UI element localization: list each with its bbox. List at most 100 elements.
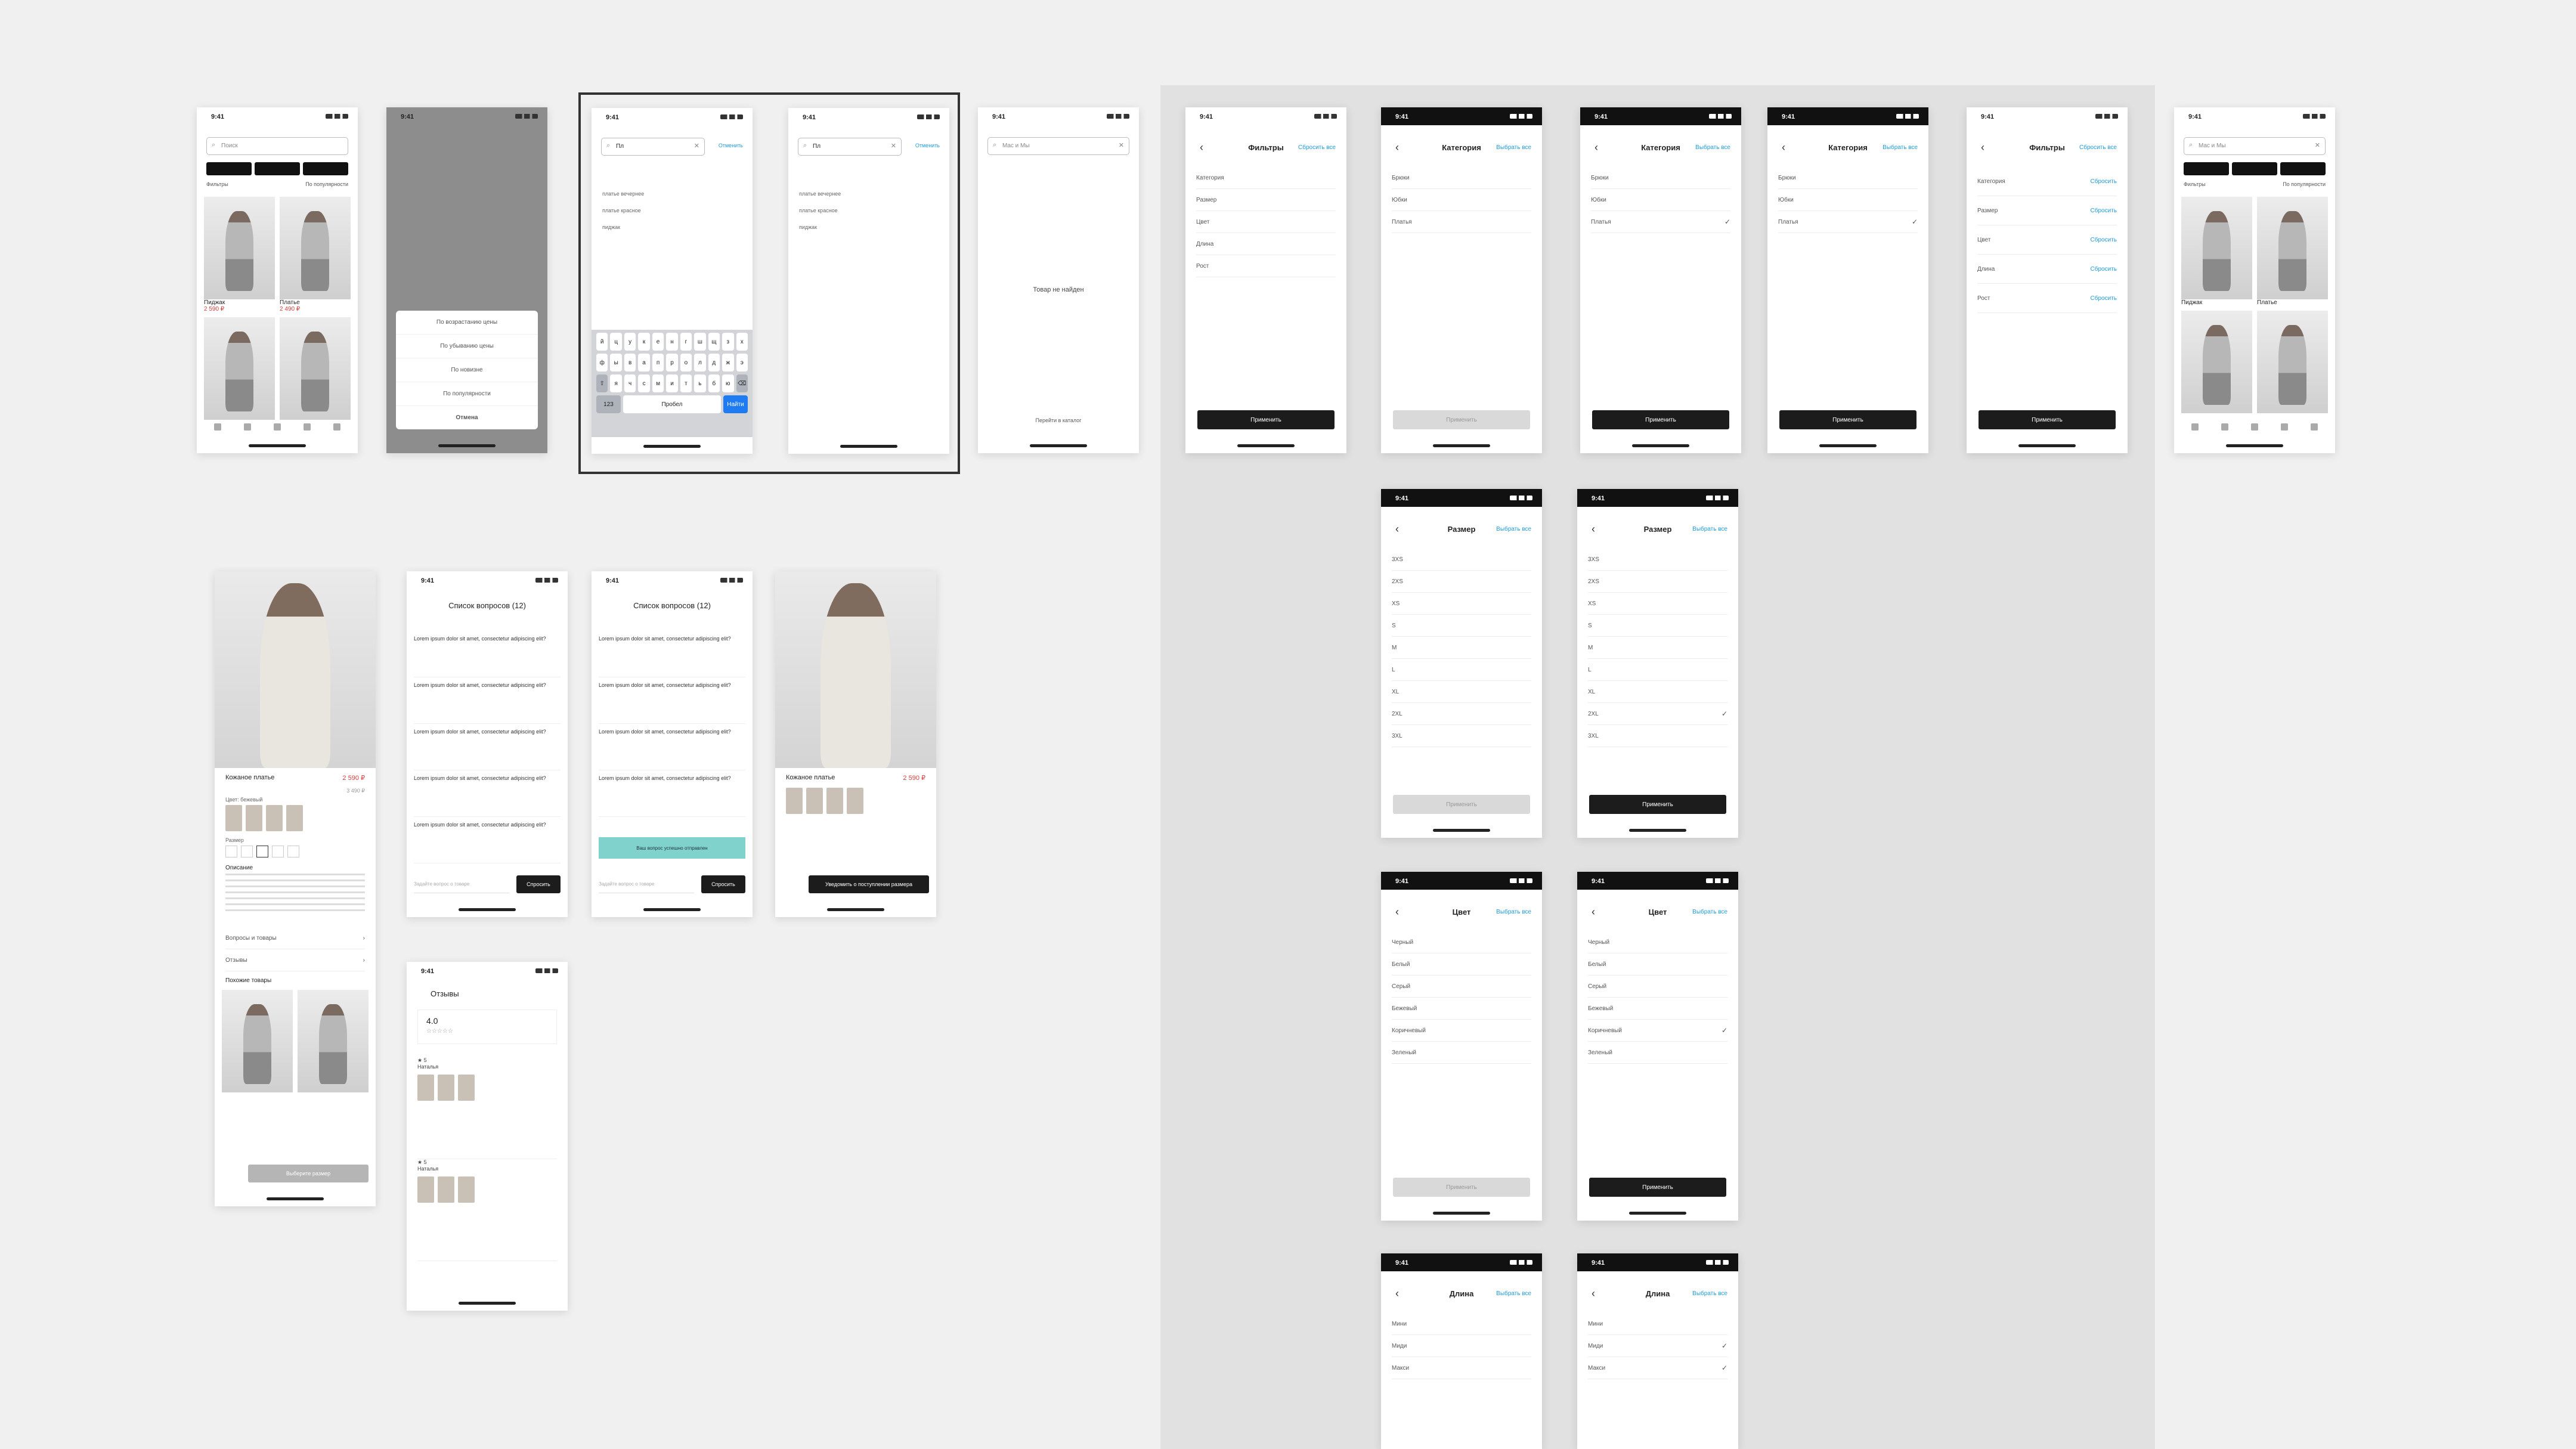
- search-input[interactable]: ⌕ Поиск: [206, 137, 348, 155]
- reset-all-link[interactable]: Сбросить все: [2079, 144, 2117, 151]
- keyboard-key[interactable]: а: [638, 354, 650, 371]
- color-swatches[interactable]: [775, 788, 936, 814]
- option-row[interactable]: Белый: [1588, 953, 1727, 976]
- keyboard-key[interactable]: ⌫: [736, 374, 748, 392]
- select-all-link[interactable]: Выбрать все: [1496, 909, 1531, 915]
- search-input[interactable]: ⌕ Пл ✕: [798, 138, 902, 156]
- question-input[interactable]: Задайте вопрос о товаре: [414, 876, 509, 893]
- search-input[interactable]: ⌕ Mac и Мы ✕: [2184, 137, 2326, 155]
- category-option[interactable]: Брюки: [1778, 167, 1918, 189]
- key-space[interactable]: Пробел: [623, 395, 721, 413]
- ask-button[interactable]: Спросить: [701, 875, 745, 893]
- length-option[interactable]: Мини: [1392, 1313, 1531, 1335]
- suggestion-item[interactable]: платье красное: [602, 202, 644, 219]
- keyboard-key[interactable]: т: [680, 374, 692, 392]
- keyboard-key[interactable]: е: [652, 333, 664, 351]
- select-all-link[interactable]: Выбрать все: [1695, 144, 1730, 151]
- suggestion-item[interactable]: платье вечернее: [799, 185, 841, 202]
- product-card[interactable]: [280, 317, 351, 420]
- category-option[interactable]: Юбки: [1392, 189, 1531, 211]
- category-option[interactable]: Юбки: [1778, 189, 1918, 211]
- option-row[interactable]: 3XS: [1392, 549, 1531, 571]
- keyboard-key[interactable]: ш: [694, 333, 706, 351]
- keyboard-key[interactable]: ь: [694, 374, 706, 392]
- sort-button[interactable]: По популярности: [2283, 181, 2326, 191]
- keyboard-key[interactable]: я: [610, 374, 622, 392]
- option-row[interactable]: Белый: [1392, 953, 1531, 976]
- product-card[interactable]: Платье 2 490 ₽: [280, 197, 351, 312]
- filter-row-size[interactable]: Размер Сбросить: [1977, 196, 2117, 225]
- option-row[interactable]: Серый: [1588, 976, 1727, 998]
- keyboard-key[interactable]: ч: [624, 374, 636, 392]
- apply-button[interactable]: Применить: [1589, 795, 1726, 814]
- option-row[interactable]: 3XS: [1588, 549, 1727, 571]
- filters-button[interactable]: Фильтры: [206, 181, 228, 191]
- size-picker[interactable]: [215, 846, 376, 857]
- apply-button[interactable]: Применить: [1393, 410, 1530, 429]
- choose-size-button[interactable]: Выберите размер: [248, 1165, 369, 1182]
- apply-button[interactable]: Применить: [1979, 410, 2116, 429]
- keyboard-key[interactable]: у: [624, 333, 636, 351]
- option-row[interactable]: XL: [1588, 681, 1727, 703]
- apply-button[interactable]: Применить: [1779, 410, 1916, 429]
- keyboard-key[interactable]: ⇧: [596, 374, 608, 392]
- reset-all-link[interactable]: Сбросить все: [1298, 144, 1336, 151]
- keyboard-key[interactable]: в: [624, 354, 636, 371]
- filter-row-length[interactable]: Длина Сбросить: [1977, 255, 2117, 284]
- length-option[interactable]: Миди ✓: [1588, 1335, 1727, 1357]
- option-row[interactable]: Черный: [1588, 931, 1727, 953]
- sort-option[interactable]: По возрастанию цены: [396, 311, 538, 335]
- select-all-link[interactable]: Выбрать все: [1883, 144, 1918, 151]
- select-all-link[interactable]: Выбрать все: [1496, 144, 1531, 151]
- keyboard-key[interactable]: с: [638, 374, 650, 392]
- filter-row-category[interactable]: Категория: [1196, 167, 1336, 189]
- go-to-catalog-link[interactable]: Перейти в каталог: [978, 417, 1139, 423]
- keyboard-key[interactable]: р: [666, 354, 678, 371]
- select-all-link[interactable]: Выбрать все: [1692, 526, 1727, 532]
- option-row[interactable]: M: [1392, 637, 1531, 659]
- search-input[interactable]: ⌕ Пл ✕: [601, 138, 705, 156]
- clear-icon[interactable]: ✕: [891, 142, 896, 150]
- option-row[interactable]: Зеленый: [1588, 1042, 1727, 1064]
- product-card[interactable]: Пиджак 2 590 ₽: [204, 197, 275, 312]
- select-all-link[interactable]: Выбрать все: [1496, 1290, 1531, 1297]
- option-row[interactable]: S: [1588, 615, 1727, 637]
- sort-cancel-button[interactable]: Отмена: [396, 406, 538, 429]
- product-card[interactable]: [2257, 311, 2328, 413]
- category-option[interactable]: Брюки: [1591, 167, 1730, 189]
- keyboard-key[interactable]: з: [722, 333, 734, 351]
- option-row[interactable]: Бежевый: [1588, 998, 1727, 1020]
- select-all-link[interactable]: Выбрать все: [1496, 526, 1531, 532]
- tab-bar[interactable]: [2180, 423, 2329, 435]
- option-row[interactable]: L: [1588, 659, 1727, 681]
- option-row[interactable]: L: [1392, 659, 1531, 681]
- option-row[interactable]: Коричневый: [1392, 1020, 1531, 1042]
- category-chips[interactable]: [206, 162, 348, 175]
- option-row[interactable]: 2XS: [1588, 571, 1727, 593]
- apply-button[interactable]: Применить: [1589, 1178, 1726, 1197]
- questions-link[interactable]: Вопросы и товары ›: [225, 927, 365, 949]
- notify-size-button[interactable]: Уведомить о поступлении размера: [809, 875, 929, 893]
- apply-button[interactable]: Применить: [1393, 795, 1530, 814]
- reviews-link[interactable]: Отзывы ›: [225, 949, 365, 971]
- length-option[interactable]: Мини: [1588, 1313, 1727, 1335]
- keyboard-key[interactable]: м: [652, 374, 664, 392]
- option-row[interactable]: Бежевый: [1392, 998, 1531, 1020]
- option-row[interactable]: 2XL ✓: [1588, 703, 1727, 725]
- category-option[interactable]: Платья ✓: [1591, 211, 1730, 233]
- select-all-link[interactable]: Выбрать все: [1692, 1290, 1727, 1297]
- suggestion-item[interactable]: пиджак: [602, 219, 644, 236]
- keyboard-key[interactable]: х: [736, 333, 748, 351]
- option-row[interactable]: 2XS: [1392, 571, 1531, 593]
- keyboard[interactable]: й ц у к е н г ш щ з х ф ы в а п р о л д ж э ⇧ я ч с м и т ь б ю ⌫ 123 Про…: [592, 330, 753, 437]
- keyboard-key[interactable]: л: [694, 354, 706, 371]
- product-card[interactable]: Пиджак: [2181, 197, 2252, 306]
- filter-row-size[interactable]: Размер: [1196, 189, 1336, 211]
- cancel-link[interactable]: Отменить: [719, 143, 743, 148]
- sort-option[interactable]: По убыванию цены: [396, 335, 538, 358]
- apply-button[interactable]: Применить: [1393, 1178, 1530, 1197]
- option-row[interactable]: 3XL: [1588, 725, 1727, 747]
- sort-option[interactable]: По новизне: [396, 358, 538, 382]
- clear-icon[interactable]: ✕: [2315, 141, 2320, 149]
- clear-icon[interactable]: ✕: [694, 142, 699, 150]
